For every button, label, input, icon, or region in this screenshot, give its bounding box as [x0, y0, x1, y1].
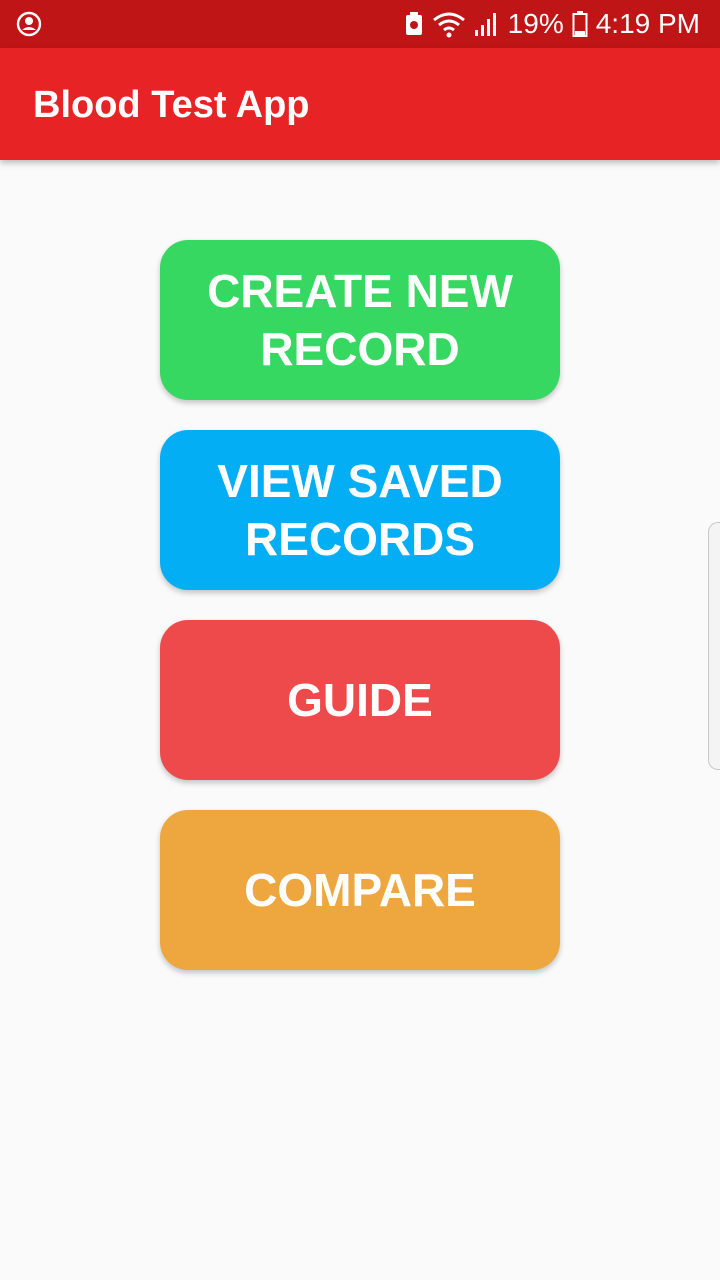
battery-icon: [572, 10, 588, 38]
battery-saver-icon: [404, 11, 424, 37]
view-saved-records-button[interactable]: VIEW SAVED RECORDS: [160, 430, 560, 590]
clock: 4:19 PM: [595, 8, 700, 39]
edge-panel-handle[interactable]: [708, 522, 720, 770]
main-content: CREATE NEW RECORD VIEW SAVED RECORDS GUI…: [0, 160, 720, 1280]
app-bar: Blood Test App: [0, 48, 720, 160]
signal-icon: [474, 10, 500, 38]
status-bar: 19% 4:19 PM: [0, 0, 720, 48]
account-circle-icon: [16, 11, 42, 37]
compare-button[interactable]: COMPARE: [160, 810, 560, 970]
create-new-record-button[interactable]: CREATE NEW RECORD: [160, 240, 560, 400]
wifi-icon: [432, 10, 466, 38]
app-title: Blood Test App: [33, 84, 310, 126]
guide-button[interactable]: GUIDE: [160, 620, 560, 780]
status-icons: 19% 4:19 PM: [404, 0, 700, 48]
battery-percent: 19%: [507, 8, 564, 39]
